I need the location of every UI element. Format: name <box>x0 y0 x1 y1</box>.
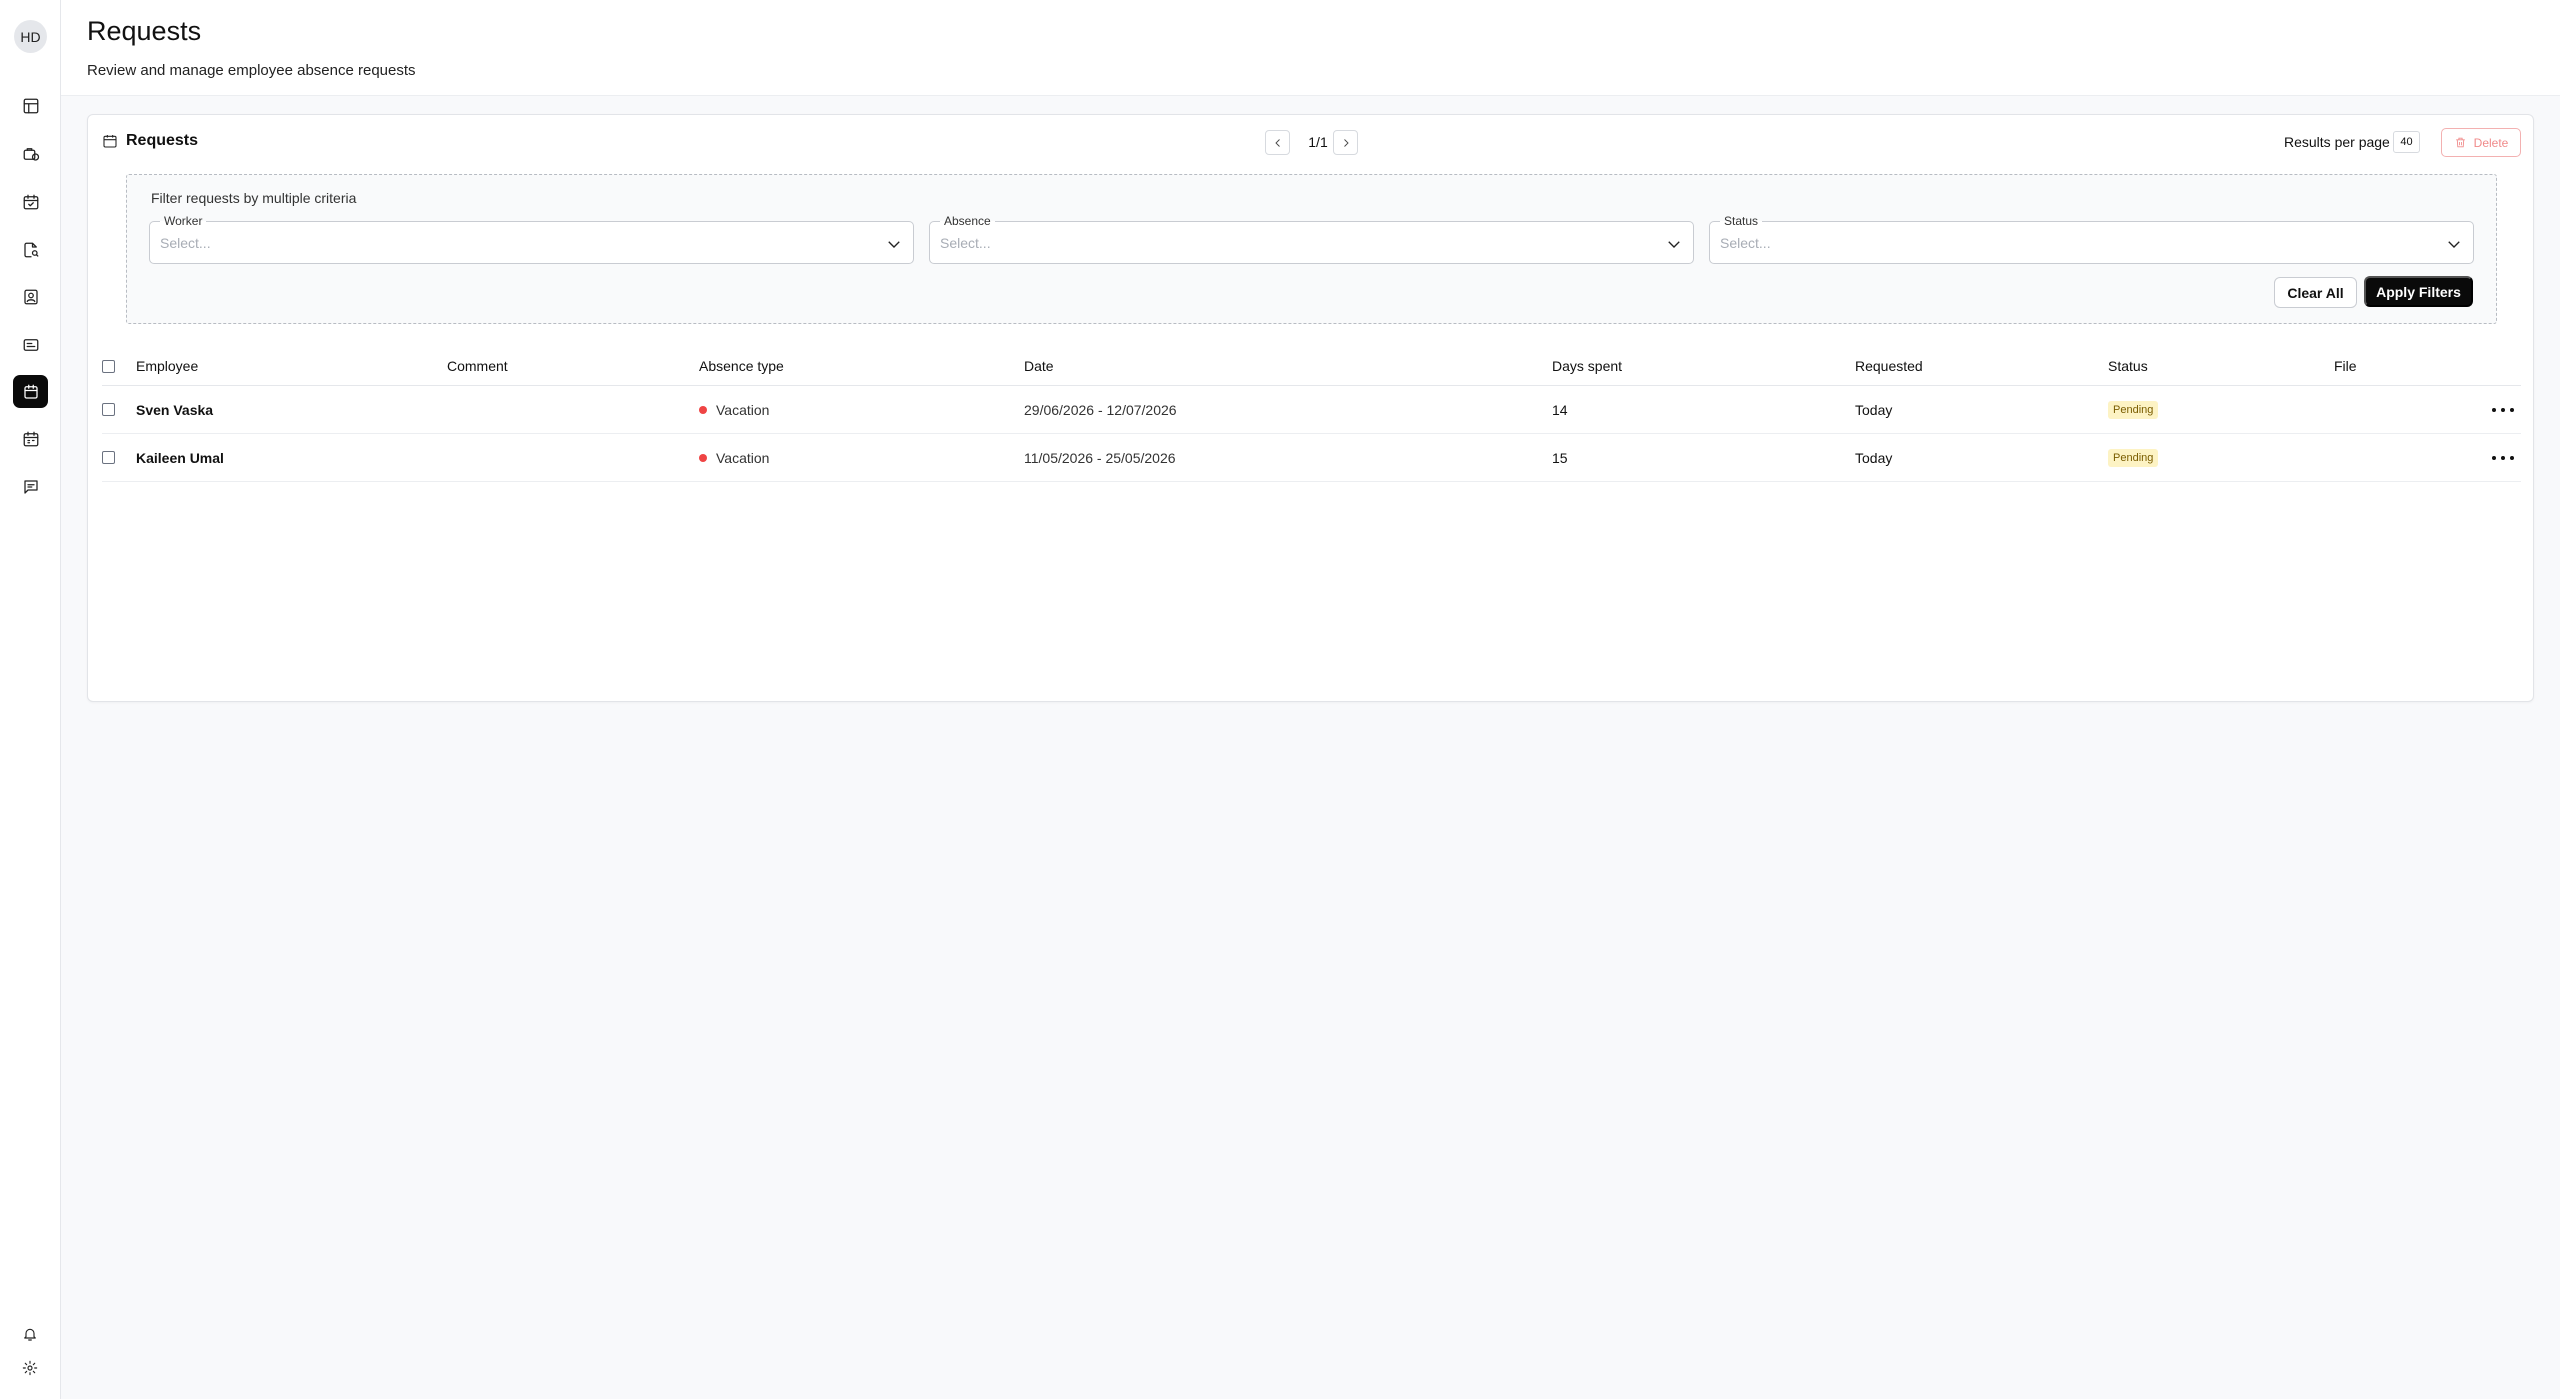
file-search-icon <box>23 242 38 257</box>
status-badge: Pending <box>2108 448 2159 467</box>
status-label: Status <box>1720 215 1763 227</box>
absence-type-label: Vacation <box>716 401 770 418</box>
calendar-check-icon <box>23 194 38 209</box>
trash-icon <box>2455 137 2465 148</box>
avatar[interactable]: HD <box>14 20 47 53</box>
calendar-grid-icon <box>23 431 38 446</box>
sidebar-item-directory[interactable] <box>13 280 48 313</box>
page-indicator: 1/1 <box>1308 134 1328 150</box>
calendar-icon <box>102 133 118 149</box>
gear-icon <box>22 1360 38 1376</box>
briefcase-clock-icon <box>23 147 39 161</box>
previous-page-button[interactable] <box>1265 130 1290 155</box>
delete-button[interactable]: Delete <box>2441 128 2521 157</box>
sidebar-item-requests[interactable] <box>13 375 48 408</box>
sidebar-item-cards[interactable] <box>13 328 48 361</box>
date-cell: 29/06/2026 - 12/07/2026 <box>1024 401 1177 418</box>
results-per-page-label: Results per page <box>2284 134 2390 150</box>
days-cell: 15 <box>1552 449 1568 466</box>
sidebar-item-schedule[interactable] <box>13 422 48 455</box>
absence-type-label: Vacation <box>716 449 770 466</box>
address-book-icon <box>23 289 38 304</box>
sidebar-item-messages[interactable] <box>13 470 48 503</box>
page-header: Requests Review and manage employee abse… <box>61 0 2560 96</box>
sidebar-item-calendar[interactable] <box>13 185 48 218</box>
row-actions-button[interactable] <box>2492 450 2514 466</box>
sidebar-item-documents[interactable] <box>13 233 48 266</box>
page-subtitle: Review and manage employee absence reque… <box>87 62 416 79</box>
column-date[interactable]: Date <box>1024 347 1054 385</box>
employee-name: Kaileen Umal <box>136 449 224 466</box>
days-cell: 14 <box>1552 401 1568 418</box>
layout-dashboard-icon <box>23 98 38 113</box>
column-requested[interactable]: Requested <box>1855 347 1923 385</box>
chevron-right-icon <box>1343 138 1349 147</box>
page-title: Requests <box>87 16 202 46</box>
clear-all-button[interactable]: Clear All <box>2274 277 2357 308</box>
absence-select[interactable]: Absence Select... <box>929 215 1694 264</box>
requests-card: Requests 1/1 Results per page 40 Delete … <box>87 114 2534 702</box>
results-per-page-input[interactable]: 40 <box>2393 131 2420 153</box>
card-title: Requests <box>126 132 199 149</box>
next-page-button[interactable] <box>1333 130 1358 155</box>
settings-button[interactable] <box>20 1358 40 1378</box>
status-badge: Pending <box>2108 400 2159 419</box>
absence-type-cell: Vacation <box>699 434 769 481</box>
column-employee[interactable]: Employee <box>136 347 198 385</box>
absence-placeholder: Select... <box>940 235 991 251</box>
table-header: Employee Comment Absence type Date Days … <box>102 347 2521 386</box>
column-comment[interactable]: Comment <box>447 347 508 385</box>
sidebar-item-dashboard[interactable] <box>13 89 48 122</box>
column-status[interactable]: Status <box>2108 347 2148 385</box>
chevron-down-icon <box>2445 235 2463 253</box>
absence-color-dot <box>699 453 707 462</box>
select-all-checkbox[interactable] <box>102 359 115 373</box>
chevron-down-icon <box>1665 235 1683 253</box>
filter-panel: Filter requests by multiple criteria Wor… <box>126 174 2497 324</box>
calendar-active-icon <box>23 384 38 399</box>
date-cell: 11/05/2026 - 25/05/2026 <box>1024 449 1176 466</box>
column-days-spent[interactable]: Days spent <box>1552 347 1622 385</box>
id-card-icon <box>23 338 38 351</box>
absence-color-dot <box>699 405 707 414</box>
status-placeholder: Select... <box>1720 235 1771 251</box>
row-checkbox[interactable] <box>102 403 115 416</box>
filter-heading: Filter requests by multiple criteria <box>151 190 357 206</box>
row-checkbox[interactable] <box>102 451 115 464</box>
notifications-button[interactable] <box>20 1324 40 1344</box>
employee-name: Sven Vaska <box>136 401 214 418</box>
apply-filters-button[interactable]: Apply Filters <box>2364 276 2473 307</box>
row-actions-button[interactable] <box>2492 402 2514 418</box>
table-row[interactable]: Kaileen Umal Vacation 11/05/2026 - 25/05… <box>102 434 2521 482</box>
column-file[interactable]: File <box>2334 347 2357 385</box>
worker-select[interactable]: Worker Select... <box>149 215 914 264</box>
worker-label: Worker <box>160 215 207 227</box>
delete-label: Delete <box>2473 135 2509 150</box>
absence-label: Absence <box>940 215 995 227</box>
table-row[interactable]: Sven Vaska Vacation 29/06/2026 - 12/07/2… <box>102 386 2521 434</box>
chevron-down-icon <box>885 235 903 253</box>
worker-placeholder: Select... <box>160 235 211 251</box>
status-select[interactable]: Status Select... <box>1709 215 2474 264</box>
message-icon <box>23 479 38 494</box>
chevron-left-icon <box>1274 138 1280 147</box>
requests-table: Employee Comment Absence type Date Days … <box>102 347 2521 482</box>
column-absence-type[interactable]: Absence type <box>699 347 784 385</box>
bell-icon <box>24 1328 36 1341</box>
sidebar-item-work[interactable] <box>13 137 48 170</box>
absence-type-cell: Vacation <box>699 386 769 433</box>
requested-cell: Today <box>1855 401 1893 418</box>
sidebar: HD <box>0 0 61 1399</box>
requested-cell: Today <box>1855 449 1893 466</box>
